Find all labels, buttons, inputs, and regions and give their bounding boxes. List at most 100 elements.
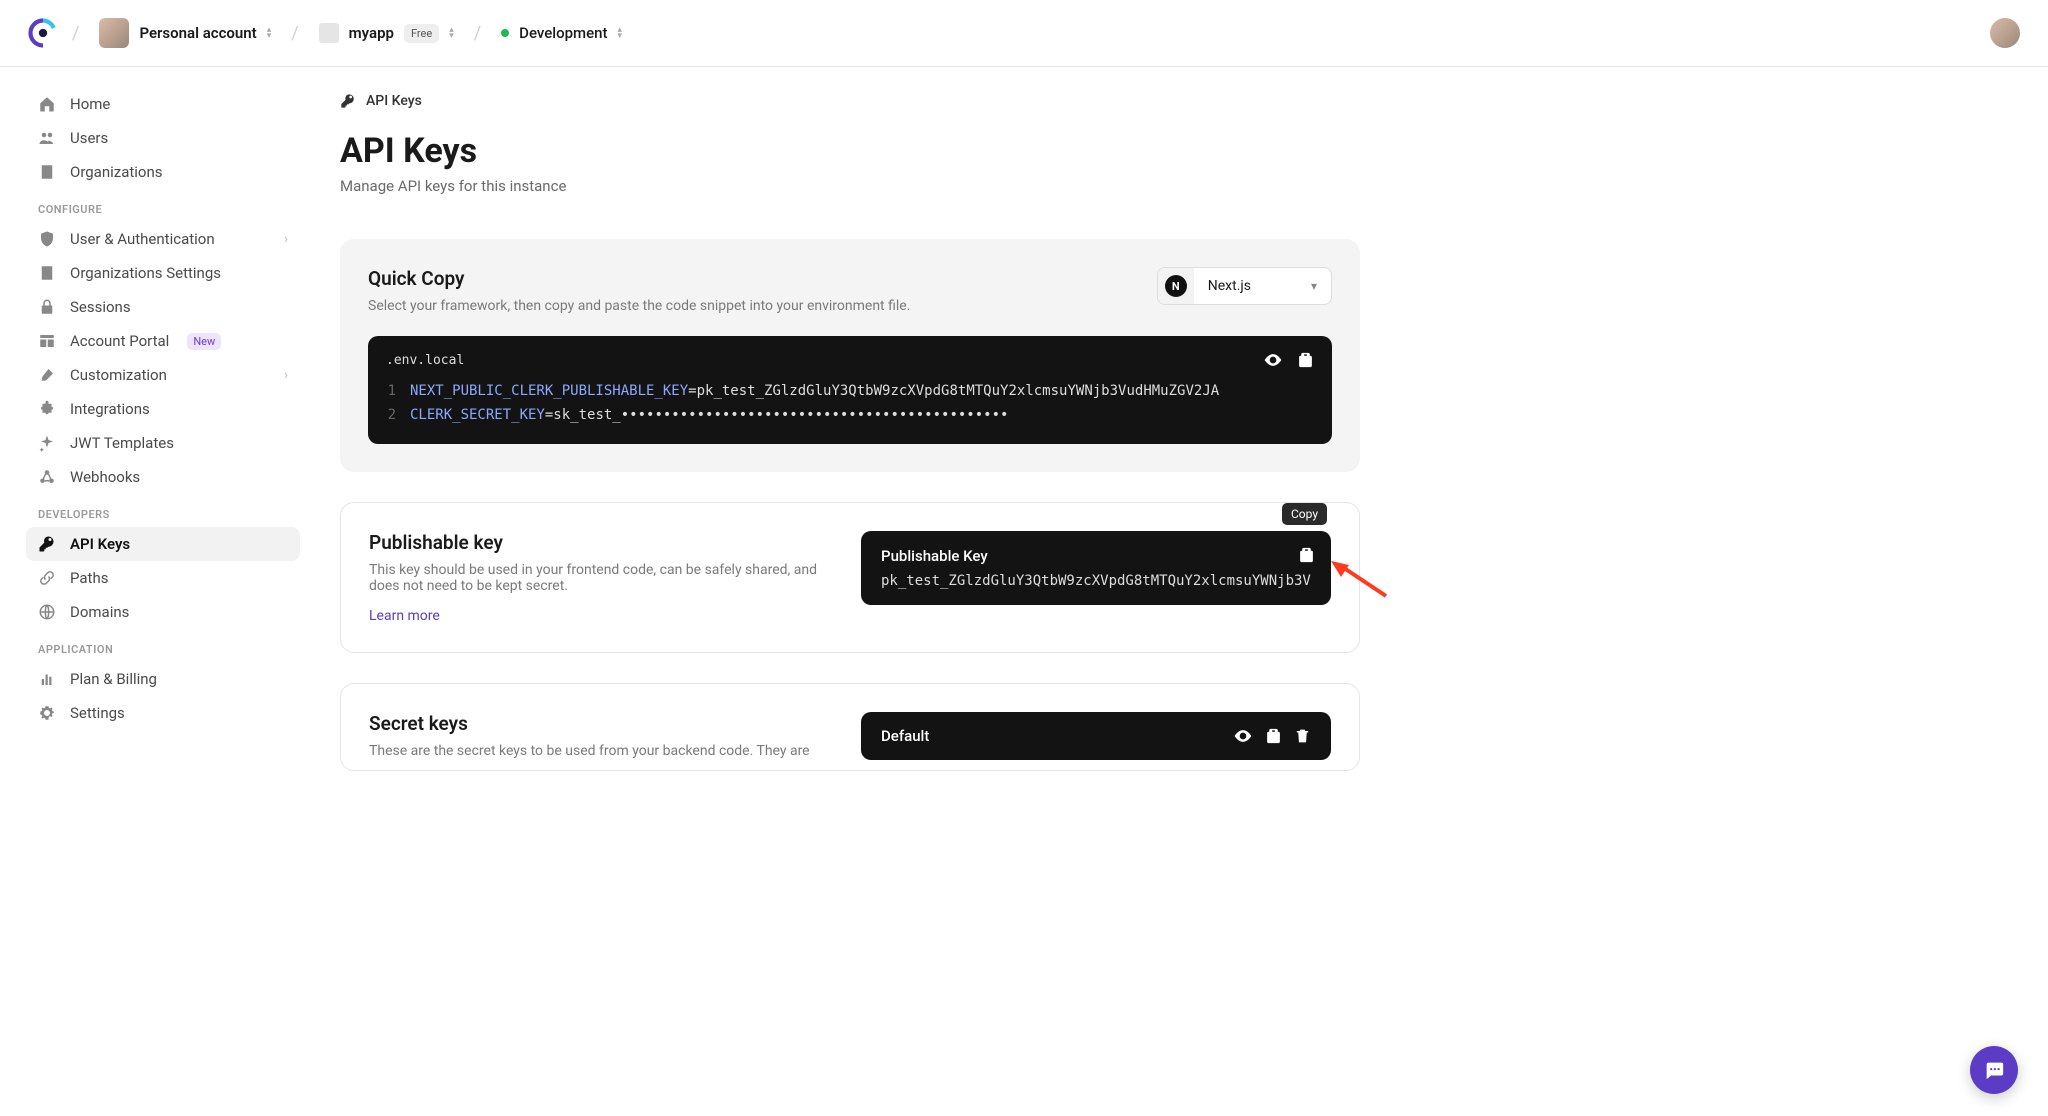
chevron-down-icon: ▾ — [1311, 279, 1331, 293]
secret-title: Secret keys — [369, 712, 831, 735]
sidebar-item-settings[interactable]: Settings — [26, 696, 300, 730]
env-label: Development — [519, 24, 607, 42]
sidebar-item-label: Account Portal — [70, 332, 169, 350]
secret-key-box: Default — [861, 712, 1331, 760]
publishable-key-box: Copy Publishable Key pk_test_ZGlzdGluY3Q… — [861, 531, 1331, 605]
sidebar-item-label: Settings — [70, 704, 125, 722]
quick-copy-desc: Select your framework, then copy and pas… — [368, 298, 910, 314]
framework-select[interactable]: N Next.js ▾ — [1157, 267, 1332, 305]
page-breadcrumb: API Keys — [340, 93, 1360, 109]
secret-card: Secret keys These are the secret keys to… — [340, 683, 1360, 771]
brush-icon — [38, 366, 56, 384]
copy-button[interactable] — [1298, 545, 1315, 565]
workspace-switcher[interactable]: Personal account ▴▾ — [93, 14, 277, 52]
page-crumb-label: API Keys — [366, 93, 422, 109]
layout-icon — [38, 332, 56, 350]
webhook-icon — [38, 468, 56, 486]
sidebar-item-account-portal[interactable]: Account Portal New — [26, 324, 300, 358]
clipboard-icon — [1298, 545, 1315, 565]
breadcrumb-sep: / — [291, 23, 298, 44]
eye-icon[interactable] — [1263, 350, 1283, 370]
key-icon — [340, 93, 356, 109]
sidebar-item-label: Domains — [70, 603, 129, 621]
profile-avatar[interactable] — [1990, 18, 2020, 48]
sidebar-item-organizations-settings[interactable]: Organizations Settings — [26, 256, 300, 290]
chevron-updown-icon: ▴▾ — [449, 27, 454, 39]
app-switcher[interactable]: myapp Free ▴▾ — [313, 19, 460, 47]
chevron-updown-icon: ▴▾ — [267, 27, 272, 39]
learn-more-link[interactable]: Learn more — [369, 608, 440, 624]
breadcrumb: / Personal account ▴▾ / myapp Free ▴▾ / … — [28, 14, 628, 52]
clipboard-icon[interactable] — [1297, 350, 1314, 370]
avatar-icon — [99, 18, 129, 48]
eye-icon[interactable] — [1233, 726, 1253, 746]
main: API Keys API Keys Manage API keys for th… — [310, 67, 1410, 811]
env-switcher[interactable]: Development ▴▾ — [495, 20, 628, 46]
sidebar-item-label: API Keys — [70, 535, 130, 553]
workspace-label: Personal account — [139, 24, 256, 42]
sidebar-item-label: Home — [70, 95, 110, 113]
globe-icon — [38, 603, 56, 621]
home-icon — [38, 95, 56, 113]
publishable-box-title: Publishable Key — [881, 547, 1311, 565]
code-line: 2 CLERK_SECRET_KEY=sk_test_•••••••••••••… — [386, 404, 1314, 428]
chat-fab[interactable] — [1970, 1046, 2018, 1094]
sidebar-item-organizations[interactable]: Organizations — [26, 155, 300, 189]
sidebar-heading-developers: DEVELOPERS — [26, 494, 300, 527]
secret-desc: These are the secret keys to be used fro… — [369, 743, 831, 759]
sidebar-item-jwt-templates[interactable]: JWT Templates — [26, 426, 300, 460]
code-line: 1 NEXT_PUBLIC_CLERK_PUBLISHABLE_KEY=pk_t… — [386, 380, 1314, 404]
sidebar-item-sessions[interactable]: Sessions — [26, 290, 300, 324]
sidebar-item-label: Users — [70, 129, 108, 147]
framework-icon: N — [1158, 268, 1194, 304]
publishable-card: Publishable key This key should be used … — [340, 502, 1360, 653]
secret-box-title: Default — [881, 727, 929, 745]
sidebar-item-label: Integrations — [70, 400, 150, 418]
sidebar-item-user-authentication[interactable]: User & Authentication› — [26, 222, 300, 256]
sidebar-item-plan-billing[interactable]: Plan & Billing — [26, 662, 300, 696]
sidebar-item-home[interactable]: Home — [26, 87, 300, 121]
clipboard-icon[interactable] — [1265, 726, 1282, 746]
key-icon — [38, 535, 56, 553]
sidebar-item-api-keys[interactable]: API Keys — [26, 527, 300, 561]
chevron-right-icon: › — [284, 368, 288, 383]
code-filename: .env.local — [386, 353, 464, 368]
building-icon — [38, 163, 56, 181]
sidebar-item-label: Customization — [70, 366, 167, 384]
chevron-updown-icon: ▴▾ — [618, 27, 623, 39]
building-icon — [38, 264, 56, 282]
logo-icon[interactable] — [28, 18, 58, 48]
code-block: .env.local 1 NEXT_PUBLIC_CLERK_PUBLISHAB… — [368, 336, 1332, 444]
plan-badge: Free — [404, 24, 439, 43]
sidebar-item-users[interactable]: Users — [26, 121, 300, 155]
sidebar-item-customization[interactable]: Customization › — [26, 358, 300, 392]
breadcrumb-sep: / — [474, 23, 481, 44]
framework-label: Next.js — [1194, 278, 1311, 294]
sidebar-item-label: Plan & Billing — [70, 670, 157, 688]
sparkle-icon — [38, 434, 56, 452]
new-badge: New — [187, 333, 221, 350]
sidebar-item-integrations[interactable]: Integrations — [26, 392, 300, 426]
arrow-annotation — [1331, 561, 1391, 601]
publishable-desc: This key should be used in your frontend… — [369, 562, 831, 594]
sidebar-item-label: Organizations — [70, 163, 163, 181]
sidebar-item-label: Webhooks — [70, 468, 140, 486]
shield-icon — [38, 230, 56, 248]
sidebar-heading-application: APPLICATION — [26, 629, 300, 662]
publishable-value: pk_test_ZGlzdGluY3QtbW9zcXVpdG8tMTQuY2xl… — [881, 573, 1311, 589]
sidebar-item-label: Paths — [70, 569, 108, 587]
bars-icon — [38, 670, 56, 688]
gear-icon — [38, 704, 56, 722]
topbar: / Personal account ▴▾ / myapp Free ▴▾ / … — [0, 0, 2048, 67]
sidebar-item-label: JWT Templates — [70, 434, 174, 452]
status-dot-icon — [501, 29, 509, 37]
publishable-title: Publishable key — [369, 531, 831, 554]
sidebar-item-domains[interactable]: Domains — [26, 595, 300, 629]
trash-icon[interactable] — [1294, 726, 1311, 746]
chat-icon — [1983, 1059, 2005, 1081]
sidebar-item-paths[interactable]: Paths — [26, 561, 300, 595]
sidebar-heading-configure: CONFIGURE — [26, 189, 300, 222]
page-subtitle: Manage API keys for this instance — [340, 177, 1360, 195]
app-icon — [319, 23, 339, 43]
sidebar-item-webhooks[interactable]: Webhooks — [26, 460, 300, 494]
